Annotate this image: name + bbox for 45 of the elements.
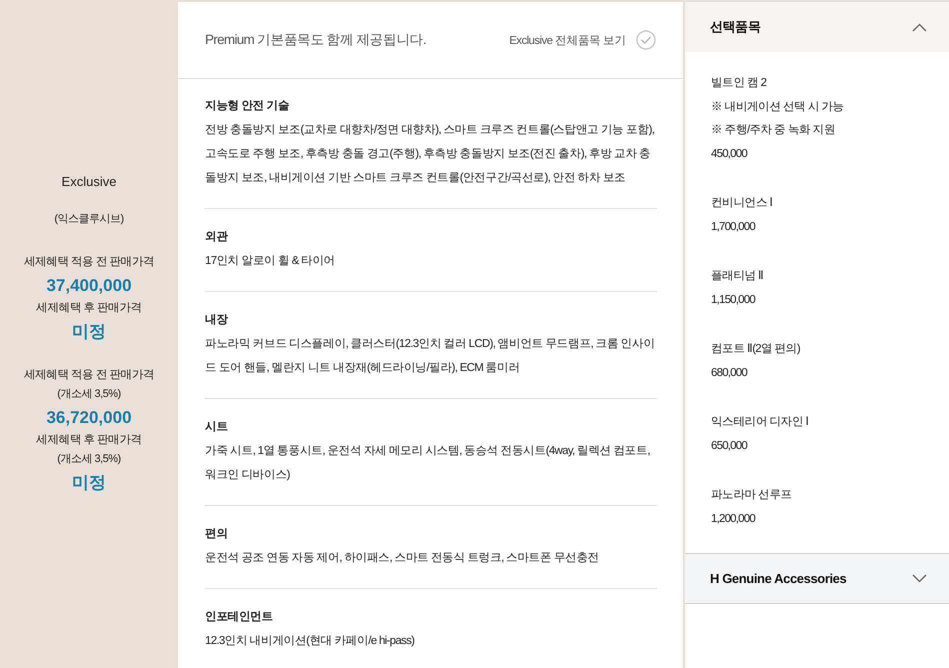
option-name: 빌트인 캠 2 bbox=[711, 76, 766, 91]
option-price: 650,000 bbox=[711, 438, 747, 454]
section-title: 지능형 안전 기술 bbox=[205, 99, 290, 114]
section-text: 12.3인치 내비게이션(현대 카페이/e hi-pass) bbox=[205, 634, 416, 649]
option-name: 컨비니언스 Ⅰ bbox=[711, 196, 773, 211]
section-title: 인포테인먼트 bbox=[205, 610, 273, 625]
section-text: 전방 충돌방지 보조(교차로 대향차/정면 대향차), 스마트 크루즈 컨트롤(스탑앤고 기능 포함), 고속도로 주행 보조, 후측방 충돌 경고(주행), 후측방 충돌방지 보조(전진 출차), 후방 교차 충돌방지 보조, 내비게이션 기반 스마트 크루즈 컨트롤(안전구간/곡선로), 안전 하차 보조 bbox=[205, 123, 656, 186]
chevron-up-icon bbox=[912, 22, 927, 32]
notice-text: Premium 기본품목도 함께 제공됩니다. bbox=[205, 31, 426, 49]
option-price: 450,000 bbox=[711, 146, 747, 162]
price-label: 세제혜택 후 판매가격 bbox=[36, 433, 142, 448]
option-name: 익스테리어 디자인 Ⅰ bbox=[711, 415, 809, 430]
option-price: 1,150,000 bbox=[711, 292, 755, 308]
check-circle-icon bbox=[636, 30, 656, 50]
option-name: 파노라마 선루프 bbox=[711, 488, 792, 503]
price-label: 세제혜택 적용 전 판매가격 bbox=[24, 368, 154, 383]
option-price: 680,000 bbox=[711, 366, 747, 380]
option-note: ※ 내비게이션 선택 시 가능 bbox=[711, 100, 844, 114]
price-value: 미정 bbox=[72, 472, 106, 494]
section-text: 17인치 알로이 휠 & 타이어 bbox=[205, 254, 336, 269]
price-note: (개소세 3,5%) bbox=[57, 387, 121, 402]
option-note: ※ 주행/주차 중 녹화 지원 bbox=[711, 123, 835, 138]
price-note: (개소세 3,5%) bbox=[57, 452, 121, 467]
price-value: 36,720,000 bbox=[46, 407, 132, 429]
price-value: 미정 bbox=[72, 321, 106, 343]
section-title: 외관 bbox=[205, 230, 228, 245]
option-price: 1,200,000 bbox=[711, 512, 755, 526]
section-text: 운전석 공조 연동 자동 제어, 하이패스, 스마트 전동식 트렁크, 스마트폰 무선충전 bbox=[205, 551, 600, 566]
view-all-link[interactable]: Exclusive 전체품목 보기 bbox=[509, 30, 656, 50]
section-title: 내장 bbox=[205, 313, 228, 328]
option-name: 플래티넘 Ⅱ bbox=[711, 269, 764, 284]
price-label: 세제혜택 적용 전 판매가격 bbox=[24, 255, 154, 270]
option-price: 1,700,000 bbox=[711, 220, 755, 234]
trim-subtitle: (익스클루시브) bbox=[54, 212, 124, 227]
chevron-down-icon bbox=[912, 574, 927, 583]
price-value: 37,400,000 bbox=[46, 275, 132, 297]
section-text: 가죽 시트, 1열 통풍시트, 운전석 자세 메모리 시스템, 동승석 전동시트(4way, 릴렉션 컴포트, 워크인 디바이스) bbox=[205, 444, 651, 483]
trim-name: Exclusive bbox=[62, 173, 116, 191]
section-title: 편의 bbox=[205, 527, 228, 542]
price-label: 세제혜택 후 판매가격 bbox=[36, 301, 142, 316]
option-name: 컴포트 Ⅱ(2열 편의) bbox=[711, 342, 800, 357]
panel-header[interactable]: 선택품목 bbox=[685, 2, 949, 52]
section-text: 파노라믹 커브드 디스플레이, 클러스터(12.3인치 컬러 LCD), 앰비언트 무드램프, 크롬 인사이드 도어 핸들, 멜란지 니트 내장재(헤드라이닝/필라), ECM 룸미러 bbox=[205, 337, 656, 376]
panel-header[interactable]: H Genuine Accessories bbox=[685, 553, 949, 604]
section-title: 시트 bbox=[205, 420, 228, 435]
